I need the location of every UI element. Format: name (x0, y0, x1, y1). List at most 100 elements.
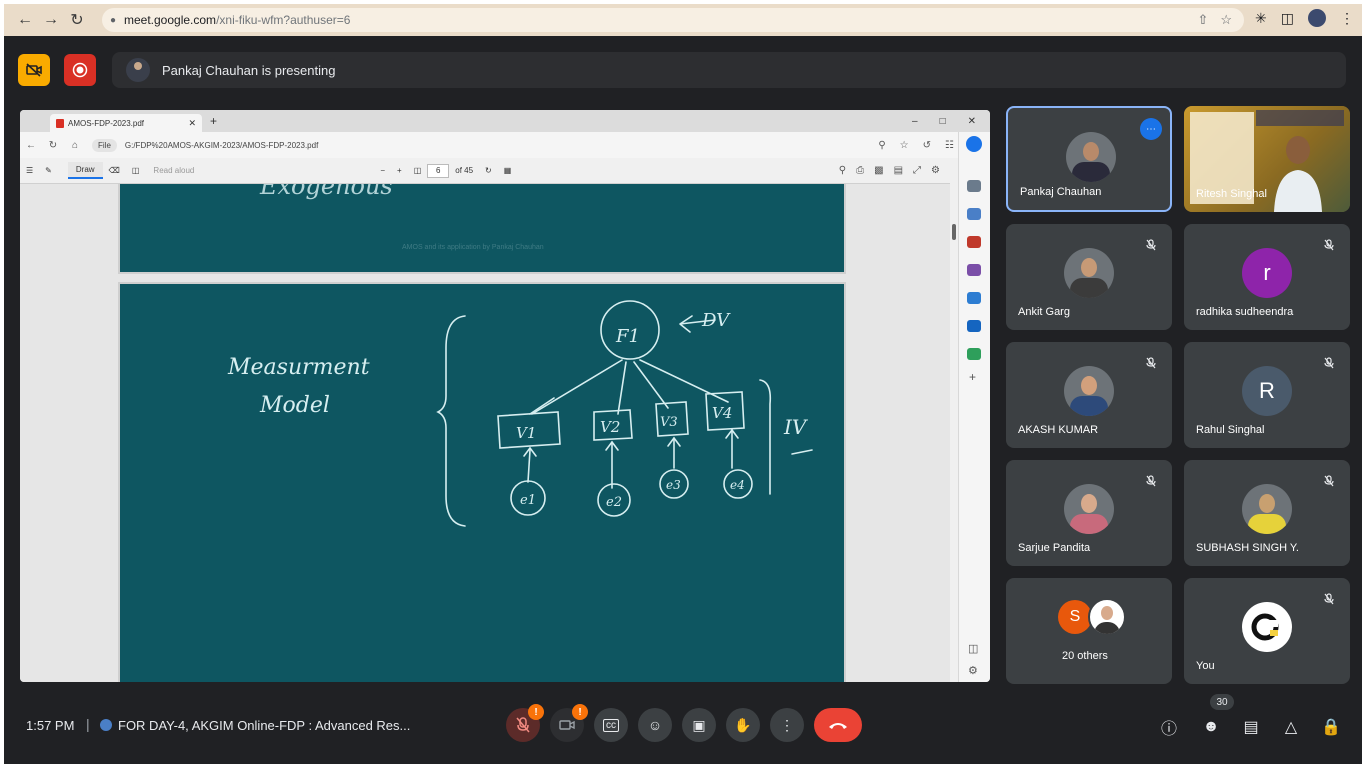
back-icon[interactable]: ← (12, 7, 38, 33)
participant-tile[interactable]: ⋯ Pankaj Chauhan (1006, 106, 1172, 212)
tile-options-icon[interactable]: ⋯ (1140, 118, 1162, 140)
scroll-thumb[interactable] (952, 224, 956, 240)
settings-icon[interactable]: ⚙ (931, 165, 940, 176)
back-icon[interactable]: ← (20, 140, 42, 151)
camera-off-icon[interactable] (18, 54, 50, 86)
extensions-icon[interactable]: ✳ (1255, 10, 1267, 27)
page-total: of 45 (455, 166, 474, 175)
highlight-icon[interactable]: ✎ (39, 166, 58, 175)
participant-name: radhika sudheendra (1196, 306, 1294, 318)
participant-tile[interactable]: SUBHASH SINGH Y. (1184, 460, 1350, 566)
sidebar-settings-icon[interactable]: ⚙ (968, 664, 978, 677)
share-icon[interactable]: ⇧ (1197, 12, 1208, 28)
search-sidebar-icon[interactable] (967, 180, 981, 192)
activities-icon[interactable]: △ (1280, 716, 1302, 738)
bookmark-star-icon[interactable]: ☆ (1220, 12, 1232, 28)
home-icon[interactable]: ⌂ (64, 140, 86, 151)
camera-button[interactable]: ! (550, 704, 588, 742)
participant-tile[interactable]: S 20 others (1006, 578, 1172, 684)
reload-icon[interactable]: ↻ (42, 140, 64, 151)
participant-tile[interactable]: You (1184, 578, 1350, 684)
browser-sidebar: + ◫ ⚙ (958, 132, 990, 682)
participant-tile[interactable]: Ritesh Singhal (1184, 106, 1350, 212)
eraser-icon[interactable]: ⌫ (103, 166, 126, 175)
new-tab-icon[interactable]: + (210, 114, 217, 128)
mic-off-button[interactable]: ! (506, 704, 544, 742)
fullscreen-icon[interactable]: ⤢ (913, 165, 921, 176)
participant-tile[interactable]: r radhika sudheendra (1184, 224, 1350, 330)
close-window-icon[interactable]: ✕ (968, 116, 976, 127)
record-icon[interactable] (64, 54, 96, 86)
pdf-scrollbar[interactable] (950, 158, 958, 682)
zoom-in-icon[interactable]: + (391, 166, 408, 175)
page-view-icon[interactable]: ▦ (498, 166, 518, 175)
sidebar-layout-icon[interactable]: ◫ (968, 642, 978, 655)
participant-tile[interactable]: R Rahul Singhal (1184, 342, 1350, 448)
print-icon[interactable]: ⎙ (856, 165, 864, 176)
participant-name: Ritesh Singhal (1196, 188, 1267, 200)
people-count-badge: 30 (1210, 694, 1234, 710)
participant-name: Ankit Garg (1018, 306, 1070, 318)
save-icon[interactable]: ▩ (874, 165, 883, 176)
end-call-button[interactable] (814, 708, 862, 742)
participant-tile[interactable]: Ankit Garg (1006, 224, 1172, 330)
contents-icon[interactable]: ☰ (20, 166, 39, 175)
presenting-text: Pankaj Chauhan is presenting (162, 62, 336, 78)
meet-top-bar: Pankaj Chauhan is presenting (4, 36, 1362, 98)
host-controls-icon[interactable]: 🔒 (1320, 716, 1342, 738)
participant-tile[interactable]: AKASH KUMAR (1006, 342, 1172, 448)
add-sidebar-icon[interactable]: + (969, 370, 976, 384)
refresh-icon[interactable]: ↺ (923, 140, 931, 151)
file-path[interactable]: G:/FDP%20AMOS-AKGIM-2023/AMOS-FDP-2023.p… (125, 141, 318, 150)
page-number-input[interactable]: 6 (427, 163, 450, 178)
end-call-icon (829, 723, 847, 729)
raise-hand-button[interactable]: ✋ (726, 708, 760, 742)
reload-icon[interactable]: ↻ (64, 7, 90, 33)
text-icon[interactable]: ◫ (126, 166, 146, 175)
minimize-icon[interactable]: – (912, 116, 918, 127)
address-bar[interactable]: ● meet.google.com /xni-fiku-wfm?authuser… (102, 8, 1244, 32)
shopping-icon[interactable] (967, 208, 981, 220)
emoji-button[interactable]: ☺ (638, 708, 672, 742)
zoom-icon[interactable]: ⚲ (878, 140, 885, 151)
outlook-icon[interactable] (967, 320, 981, 332)
tools-icon[interactable] (967, 236, 981, 248)
participant-name: Rahul Singhal (1196, 424, 1265, 436)
handwriting-v2: V2 (600, 418, 620, 436)
chat-icon[interactable]: ▤ (1240, 716, 1262, 738)
profile-avatar[interactable] (1308, 9, 1326, 27)
favorites-icon[interactable]: ☆ (900, 140, 909, 151)
forward-icon[interactable]: → (38, 7, 64, 33)
copilot-icon[interactable] (966, 136, 982, 152)
meeting-title[interactable]: FOR DAY-4, AKGIM Online-FDP : Advanced R… (118, 718, 410, 733)
collections-icon[interactable]: ☷ (945, 140, 954, 151)
handwriting-v3: V3 (660, 415, 678, 430)
maximize-icon[interactable]: □ (940, 116, 946, 127)
present-button[interactable]: ▣ (682, 708, 716, 742)
captions-button[interactable]: cc (594, 708, 628, 742)
pdf-tab[interactable]: AMOS-FDP-2023.pdf ✕ (50, 114, 202, 132)
pdf-page-previous: Exogenous AMOS and its application by Pa… (118, 184, 846, 274)
side-panel-icon[interactable]: ◫ (1281, 10, 1294, 27)
participant-tile[interactable]: Sarjue Pandita (1006, 460, 1172, 566)
zoom-out-icon[interactable]: − (374, 166, 391, 175)
people-icon[interactable]: ☻ (1200, 716, 1222, 738)
read-aloud-button[interactable]: Read aloud (153, 166, 194, 175)
fit-page-icon[interactable]: ◫ (408, 166, 428, 175)
divider: | (86, 716, 90, 732)
draw-button[interactable]: Draw (67, 162, 103, 179)
url-path: /xni-fiku-wfm?authuser=6 (216, 13, 351, 27)
handwritten-diagram: Measurment Model F1 DV IV V1 V2 V3 V4 e1… (227, 300, 813, 527)
save-as-icon[interactable]: ▤ (894, 165, 903, 176)
meet-window: ← → ↻ ● meet.google.com /xni-fiku-wfm?au… (4, 4, 1362, 764)
close-tab-icon[interactable]: ✕ (188, 118, 196, 129)
office-icon[interactable] (967, 292, 981, 304)
more-options-button[interactable]: ⋮ (770, 708, 804, 742)
participant-name: SUBHASH SINGH Y. (1196, 542, 1299, 554)
info-icon[interactable]: ⓘ (1158, 716, 1180, 738)
search-icon[interactable]: ⚲ (839, 165, 846, 176)
browser-menu-icon[interactable]: ⋮ (1340, 10, 1354, 27)
games-icon[interactable] (967, 264, 981, 276)
rotate-icon[interactable]: ↻ (479, 166, 498, 175)
drop-icon[interactable] (967, 348, 981, 360)
